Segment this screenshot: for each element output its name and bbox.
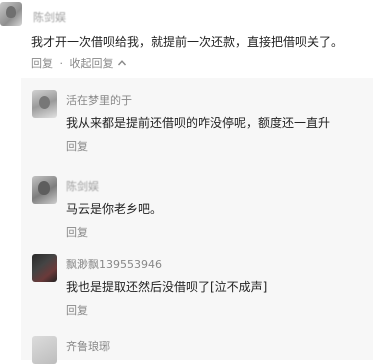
reply-username[interactable]: 陈剑娱	[66, 178, 99, 194]
avatar[interactable]	[0, 2, 22, 26]
comment-content: 我才开一次借呗给我，就提前一次还款，直接把借呗关了。	[31, 35, 344, 49]
reply-content: 马云是你老乡吧。	[66, 202, 163, 216]
chevron-up-icon	[117, 60, 127, 66]
comment-username[interactable]: 陈剑娱	[33, 9, 66, 25]
reply-username[interactable]: 活在梦里的于	[66, 92, 132, 108]
reply-content: 我从来都是提前还借呗的咋没停呢，额度还一直升	[66, 116, 331, 130]
avatar[interactable]	[32, 176, 57, 204]
collapse-replies-label: 收起回复	[69, 57, 114, 70]
avatar[interactable]	[32, 90, 57, 118]
reply-username[interactable]: 齐鲁琅琊	[66, 338, 110, 354]
reply-link[interactable]: 回复	[31, 57, 53, 70]
main-comment: 陈剑娱 我才开一次借呗给我，就提前一次还款，直接把借呗关了。 回复 · 收起回复	[0, 0, 373, 78]
avatar[interactable]	[32, 254, 57, 282]
replies-section: 活在梦里的于 我从来都是提前还借呗的咋没停呢，额度还一直升 回复 陈剑娱 马云是…	[21, 78, 373, 364]
reply-username[interactable]: 飘渺飘139553946	[66, 256, 162, 272]
reply-link[interactable]: 回复	[66, 138, 88, 154]
collapse-replies-link[interactable]: 收起回复	[70, 57, 128, 70]
action-separator: ·	[59, 57, 64, 70]
comment-actions: 回复 · 收起回复	[31, 55, 127, 71]
reply-link[interactable]: 回复	[66, 302, 88, 318]
reply-content: 我也是提取还然后没借呗了[泣不成声]	[66, 280, 268, 294]
reply-link[interactable]: 回复	[66, 224, 88, 240]
